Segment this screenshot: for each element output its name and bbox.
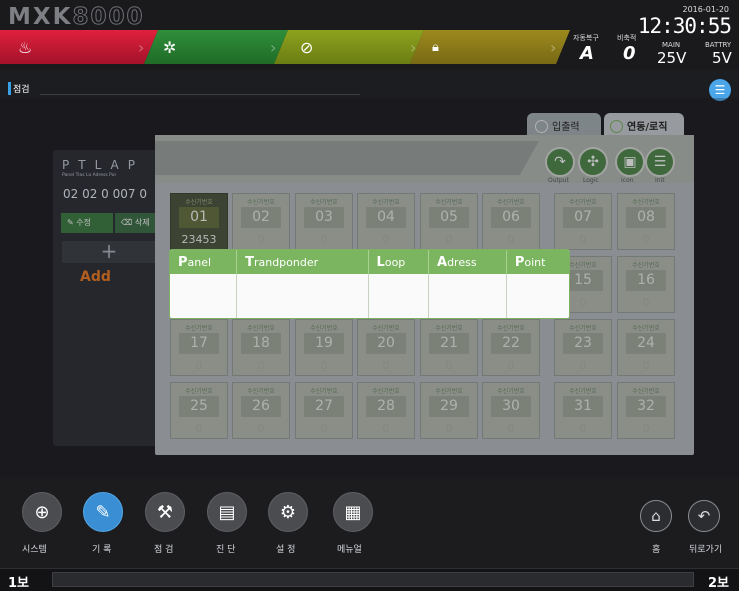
logo-text: MXK bbox=[8, 4, 73, 30]
panel-input[interactable] bbox=[170, 274, 238, 318]
fire-icon: ♨ bbox=[18, 38, 33, 57]
chevron-right-icon: › bbox=[410, 38, 417, 57]
record-button[interactable]: ✎ bbox=[83, 492, 123, 532]
alarm-track bbox=[52, 572, 694, 587]
alarm-2-label: 2보 bbox=[707, 576, 729, 591]
main-label: MAIN bbox=[662, 41, 681, 49]
back-button[interactable]: ↶ bbox=[688, 500, 720, 532]
settings-label: 설 정 bbox=[276, 545, 296, 555]
gear-icon: ⚙ bbox=[279, 502, 297, 523]
record-label: 기 록 bbox=[92, 545, 112, 555]
home-label: 홈 bbox=[652, 545, 661, 555]
clipboard-icon: ▤ bbox=[218, 502, 236, 523]
battery-label: BATTRY bbox=[705, 41, 732, 49]
column-panel: Panel bbox=[170, 250, 238, 274]
address-input[interactable] bbox=[428, 274, 507, 318]
point-input[interactable] bbox=[506, 274, 569, 318]
gear-alert-icon: ✲ bbox=[163, 38, 177, 57]
column-loop: Loop bbox=[368, 250, 430, 274]
globe-icon: ⊕ bbox=[34, 502, 50, 523]
back-icon: ↶ bbox=[697, 507, 711, 525]
emergency-value: 0 bbox=[623, 43, 636, 64]
column-point: Point bbox=[506, 250, 569, 274]
page-title: 점검 bbox=[8, 82, 30, 95]
pencil-icon: ✎ bbox=[95, 502, 111, 523]
system-label: 시스템 bbox=[22, 545, 47, 555]
manual-label: 메뉴얼 bbox=[337, 545, 362, 555]
chevron-right-icon: › bbox=[138, 38, 145, 57]
address-table-header: Panel Trandponder Loop Adress Point bbox=[170, 250, 569, 274]
diagnose-button[interactable]: ▤ bbox=[207, 492, 247, 532]
loop-input[interactable] bbox=[368, 274, 430, 318]
main-voltage: 25V bbox=[657, 49, 687, 67]
clock-display: 12:30:55 bbox=[637, 14, 732, 38]
address-table-input-row bbox=[170, 274, 569, 318]
system-button[interactable]: ⊕ bbox=[22, 492, 62, 532]
alarm-1-label: 1보 bbox=[8, 576, 30, 591]
inspect-label: 점 검 bbox=[154, 545, 174, 555]
lock-icon: 🔒︎ bbox=[432, 40, 439, 55]
app-logo: MXK8000 bbox=[8, 4, 145, 31]
date-display: 2016-01-20 bbox=[682, 5, 730, 14]
battery-voltage: 5V bbox=[712, 49, 732, 67]
home-icon: ⌂ bbox=[651, 507, 661, 525]
address-table: Panel Trandponder Loop Adress Point bbox=[170, 250, 569, 318]
emergency-label: 비축적 bbox=[617, 34, 637, 42]
column-address: Adress bbox=[428, 250, 507, 274]
ribbon-fault[interactable] bbox=[274, 30, 424, 64]
transponder-input[interactable] bbox=[236, 274, 369, 318]
inspect-button[interactable]: ⚒ bbox=[145, 492, 185, 532]
list-icon: ☰ bbox=[714, 83, 726, 97]
chevron-right-icon: › bbox=[550, 38, 557, 57]
diagnose-label: 진 단 bbox=[216, 545, 236, 555]
auto-restore-value: A bbox=[580, 43, 594, 64]
column-transponder: Trandponder bbox=[236, 250, 369, 274]
tools-icon: ⚒ bbox=[156, 502, 174, 523]
address-input-dialog: Panel Trandponder Loop Adress Point bbox=[169, 249, 570, 319]
chevron-right-icon: › bbox=[270, 38, 277, 57]
auto-restore-label: 자동복구 bbox=[573, 34, 599, 42]
back-label: 뒤로가기 bbox=[689, 545, 723, 555]
manual-button[interactable]: ▦ bbox=[333, 492, 373, 532]
book-icon: ▦ bbox=[344, 502, 362, 523]
logo-model: 8000 bbox=[72, 4, 145, 31]
fault-icon: ⊘ bbox=[300, 38, 314, 57]
settings-button[interactable]: ⚙ bbox=[268, 492, 308, 532]
home-button[interactable]: ⌂ bbox=[640, 500, 672, 532]
title-underline bbox=[40, 94, 360, 95]
screen: MXK8000 2016-01-20 12:30:55 ♨ › ✲ › ⊘ › … bbox=[0, 0, 739, 591]
